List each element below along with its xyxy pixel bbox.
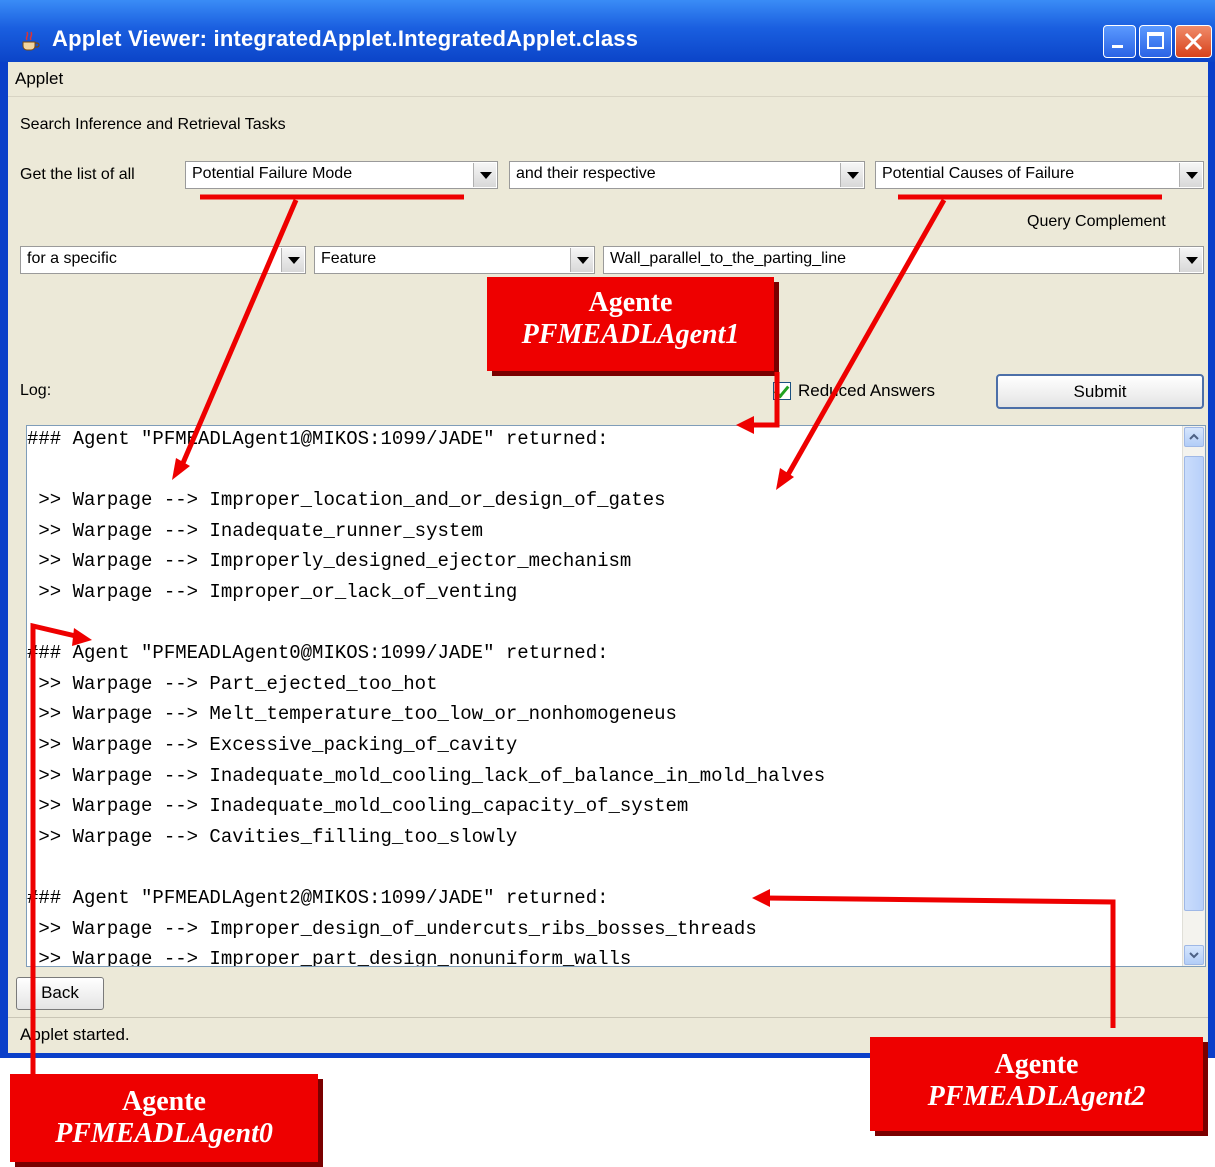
specific-select[interactable]: for a specific bbox=[20, 246, 306, 274]
log-line: >> Warpage --> Part_ejected_too_hot bbox=[27, 672, 438, 695]
window-title: Applet Viewer: integratedApplet.Integrat… bbox=[52, 26, 639, 51]
vertical-scrollbar[interactable] bbox=[1182, 426, 1205, 966]
minimize-button[interactable] bbox=[1103, 25, 1136, 58]
log-line: >> Warpage --> Excessive_packing_of_cavi… bbox=[27, 734, 518, 756]
feature-value-select[interactable]: Wall_parallel_to_the_parting_line bbox=[603, 246, 1204, 274]
chevron-down-icon[interactable] bbox=[1179, 163, 1202, 187]
get-list-label: Get the list of all bbox=[20, 166, 135, 183]
callout-agent1-word: Agente bbox=[588, 287, 673, 318]
causes-select[interactable]: Potential Causes of Failure bbox=[875, 161, 1204, 189]
close-icon bbox=[1184, 32, 1203, 51]
reduced-answers-label[interactable]: Reduced Answers bbox=[798, 381, 935, 401]
callout-agent2-word: Agente bbox=[994, 1049, 1079, 1080]
submit-button[interactable]: Submit bbox=[996, 374, 1204, 409]
menu-bar: Applet bbox=[8, 62, 1208, 97]
applet-client-area: Applet Search Inference and Retrieval Ta… bbox=[8, 62, 1208, 1053]
feature-value: Wall_parallel_to_the_parting_line bbox=[610, 250, 847, 267]
log-line: ### Agent "PFMEADLAgent0@MIKOS:1099/JADE… bbox=[27, 642, 609, 665]
java-cup-icon bbox=[22, 31, 40, 51]
maximize-icon bbox=[1147, 32, 1164, 49]
log-line: >> Warpage --> Inadequate_runner_system bbox=[27, 519, 484, 542]
causes-value: Potential Causes of Failure bbox=[882, 165, 1075, 182]
feature-type-value: Feature bbox=[321, 250, 377, 267]
chevron-down-icon bbox=[1189, 952, 1199, 959]
section-title: Search Inference and Retrieval Tasks bbox=[20, 116, 286, 133]
log-line: >> Warpage --> Inadequate_mold_cooling_c… bbox=[27, 795, 689, 818]
callout-agent1-name: PFMEADLAgent1 bbox=[521, 319, 740, 350]
callout-agent1: Agente PFMEADLAgent1 bbox=[487, 277, 774, 371]
failure-mode-value: Potential Failure Mode bbox=[192, 165, 353, 182]
callout-agent2: Agente PFMEADLAgent2 bbox=[870, 1037, 1203, 1131]
scroll-up-button[interactable] bbox=[1184, 427, 1204, 447]
chevron-down-icon[interactable] bbox=[840, 163, 863, 187]
chevron-up-icon bbox=[1189, 433, 1199, 440]
callout-agent2-name: PFMEADLAgent2 bbox=[927, 1081, 1146, 1112]
callout-agent0: Agente PFMEADLAgent0 bbox=[10, 1074, 318, 1162]
title-bar[interactable]: Applet Viewer: integratedApplet.Integrat… bbox=[0, 0, 1215, 62]
close-button[interactable] bbox=[1175, 25, 1212, 58]
checkmark-icon bbox=[773, 381, 790, 399]
log-line: ### Agent "PFMEADLAgent1@MIKOS:1099/JADE… bbox=[27, 428, 609, 450]
failure-mode-select[interactable]: Potential Failure Mode bbox=[185, 161, 498, 189]
applet-viewer-window: Applet Viewer: integratedApplet.Integrat… bbox=[0, 0, 1215, 1058]
chevron-down-icon[interactable] bbox=[281, 248, 304, 272]
specific-value: for a specific bbox=[27, 250, 117, 267]
log-line: >> Warpage --> Improper_or_lack_of_venti… bbox=[27, 581, 518, 603]
chevron-down-icon[interactable] bbox=[473, 163, 496, 187]
log-label: Log: bbox=[20, 382, 52, 399]
respective-value: and their respective bbox=[516, 165, 656, 182]
reduced-answers-checkbox[interactable] bbox=[773, 381, 791, 400]
log-line: >> Warpage --> Improper_part_design_nonu… bbox=[27, 948, 632, 967]
scroll-down-button[interactable] bbox=[1184, 945, 1204, 965]
minimize-icon bbox=[1112, 45, 1123, 48]
log-line: >> Warpage --> Inadequate_mold_cooling_l… bbox=[27, 764, 826, 787]
menu-applet[interactable]: Applet bbox=[15, 69, 63, 89]
respective-select[interactable]: and their respective bbox=[509, 161, 865, 189]
log-line: >> Warpage --> Cavities_filling_too_slow… bbox=[27, 825, 518, 848]
callout-agent0-word: Agente bbox=[122, 1086, 206, 1117]
callout-agent0-name: PFMEADLAgent0 bbox=[55, 1118, 273, 1149]
chevron-down-icon[interactable] bbox=[570, 248, 593, 272]
log-line: >> Warpage --> Improperly_designed_eject… bbox=[27, 550, 632, 573]
chevron-down-icon[interactable] bbox=[1179, 248, 1202, 272]
log-textarea[interactable]: ### Agent "PFMEADLAgent1@MIKOS:1099/JADE… bbox=[26, 425, 1206, 967]
log-line: >> Warpage --> Melt_temperature_too_low_… bbox=[27, 703, 677, 726]
query-complement-label: Query Complement bbox=[1027, 213, 1166, 230]
log-line: ### Agent "PFMEADLAgent2@MIKOS:1099/JADE… bbox=[27, 887, 609, 909]
scrollbar-thumb[interactable] bbox=[1184, 456, 1204, 911]
back-button[interactable]: Back bbox=[16, 977, 104, 1010]
log-line: >> Warpage --> Improper_design_of_underc… bbox=[27, 917, 757, 940]
status-text: Applet started. bbox=[20, 1025, 130, 1044]
log-line: >> Warpage --> Improper_location_and_or_… bbox=[27, 489, 666, 512]
maximize-button[interactable] bbox=[1139, 25, 1172, 58]
feature-type-select[interactable]: Feature bbox=[314, 246, 595, 274]
